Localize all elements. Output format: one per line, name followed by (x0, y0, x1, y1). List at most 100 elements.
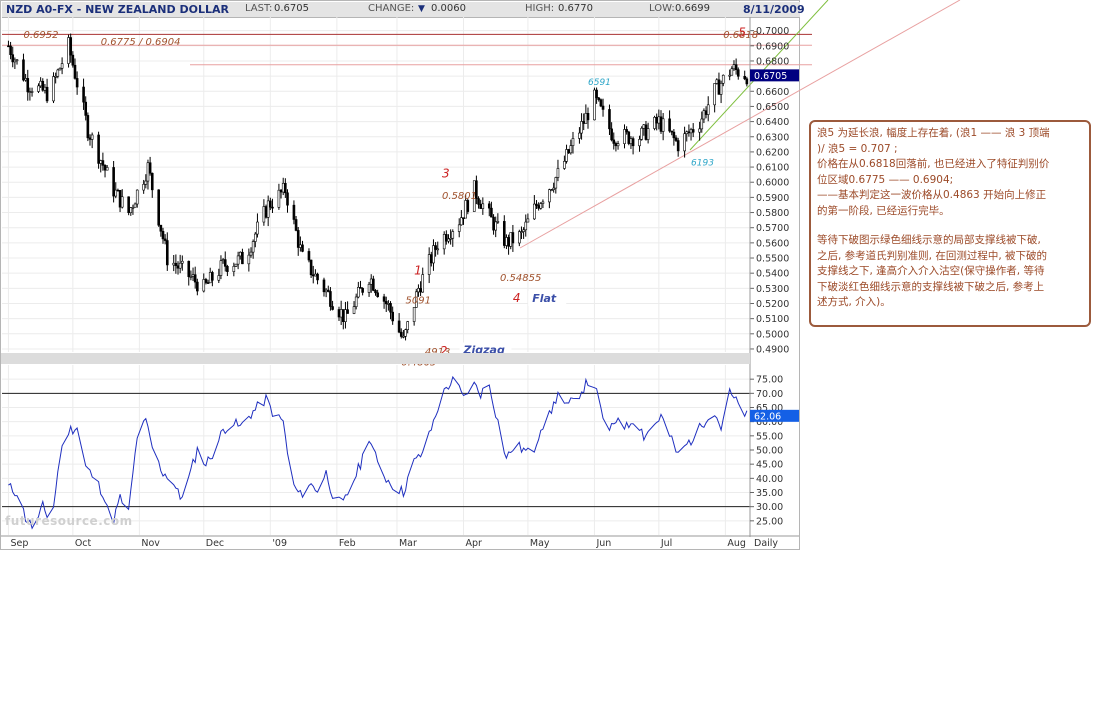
candle-body (584, 113, 588, 124)
candle-body (322, 279, 326, 293)
price-tick-label: 0.6600 (756, 87, 789, 98)
candle-body (309, 259, 313, 276)
candle-body (524, 221, 528, 231)
candle-body (241, 251, 244, 265)
candle-body (629, 138, 633, 144)
last-price-tag-label: 0.6705 (754, 71, 787, 82)
candle-body (734, 64, 738, 70)
candle-body (129, 207, 133, 213)
candle-body (505, 237, 508, 246)
candle-body (221, 259, 225, 262)
candle-body (71, 54, 75, 66)
candle-body (487, 203, 491, 209)
candle-body (219, 260, 223, 276)
candle-body (150, 172, 154, 191)
candle-body (97, 134, 100, 164)
price-tick-label: 0.6900 (756, 41, 789, 52)
price-tick-label: 0.6500 (756, 102, 789, 113)
candle-body (384, 301, 388, 305)
candle-body (9, 45, 12, 55)
candle-body (163, 238, 167, 241)
candle-body (22, 59, 25, 81)
candle-body (45, 86, 49, 102)
candle-body (191, 274, 195, 277)
candle-body (361, 288, 364, 293)
candle-body (226, 266, 229, 272)
candle-body (477, 198, 480, 205)
candle-body (593, 89, 596, 121)
candle-body (539, 203, 543, 209)
candle-body (172, 262, 176, 266)
candle-body (58, 67, 62, 71)
candle-body (569, 145, 573, 154)
candle-body (676, 140, 680, 152)
annotation-point: 6193 (691, 159, 714, 169)
price-tick-label: 0.5100 (756, 314, 789, 325)
x-tick-label: May (530, 538, 550, 549)
candle-body (496, 221, 500, 223)
candle-body (24, 78, 27, 81)
rsi-tick-label: 70.00 (756, 389, 783, 400)
x-tick-label: Jun (595, 538, 611, 549)
candle-body (644, 124, 648, 140)
x-tick-label: '09 (272, 538, 287, 549)
x-tick-label: Sep (10, 538, 28, 549)
candle-body (339, 309, 343, 318)
candle-body (75, 78, 79, 88)
price-tick-label: 0.5500 (756, 254, 789, 265)
candle-body (189, 276, 193, 278)
candle-body (537, 205, 540, 209)
candle-body (161, 230, 165, 240)
candle-body (37, 85, 40, 92)
x-tick-label: Dec (206, 538, 224, 549)
candle-body (479, 204, 482, 209)
candle-body (586, 113, 590, 121)
candle-body (563, 161, 566, 169)
candle-body (447, 238, 450, 242)
candle-body (397, 320, 401, 333)
candle-body (702, 110, 706, 120)
candle-body (550, 189, 553, 191)
candle-body (382, 296, 386, 302)
candle-body (174, 262, 178, 267)
candle-body (417, 288, 420, 293)
x-tick-label: Apr (466, 538, 483, 549)
candle-body (653, 117, 656, 129)
x-tick-label: Aug (727, 538, 746, 549)
candle-body (236, 255, 240, 265)
candle-body (659, 116, 663, 132)
note-line: 浪5 为延长浪, 幅度上存在着, (浪1 —— 浪 3 顶端 (817, 127, 1050, 139)
price-tick-label: 0.6100 (756, 163, 789, 174)
candle-body (269, 200, 272, 208)
candle-body (578, 132, 581, 139)
candle-body (316, 273, 319, 281)
candle-body (565, 149, 568, 162)
candle-body (369, 278, 373, 285)
candle-body (281, 183, 285, 193)
candle-body (217, 275, 221, 281)
candle-body (502, 221, 506, 246)
candle-body (406, 321, 409, 330)
annotation-point: 6591 (588, 78, 611, 88)
candle-body (466, 200, 470, 212)
candle-body (294, 219, 298, 231)
candle-body (451, 231, 455, 239)
annotation-wave: 3 (442, 167, 450, 181)
annotation-wave: 5 (738, 26, 746, 40)
candle-body (700, 118, 704, 130)
candle-body (277, 189, 281, 208)
candle-body (148, 162, 152, 174)
candle-body (721, 74, 725, 84)
candle-body (668, 118, 671, 132)
candle-body (567, 149, 570, 154)
candle-body (284, 183, 287, 194)
annotation-price: 0.6952 (23, 30, 58, 41)
note-line: 位区域0.6775 —— 0.6904; (817, 173, 954, 186)
candle-body (582, 121, 586, 124)
candle-body (253, 233, 257, 242)
rsi-last-tag-label: 62.06 (754, 411, 781, 422)
candle-body (202, 279, 206, 292)
candle-body (430, 254, 433, 264)
candle-body (736, 69, 740, 77)
candle-body (494, 221, 498, 231)
